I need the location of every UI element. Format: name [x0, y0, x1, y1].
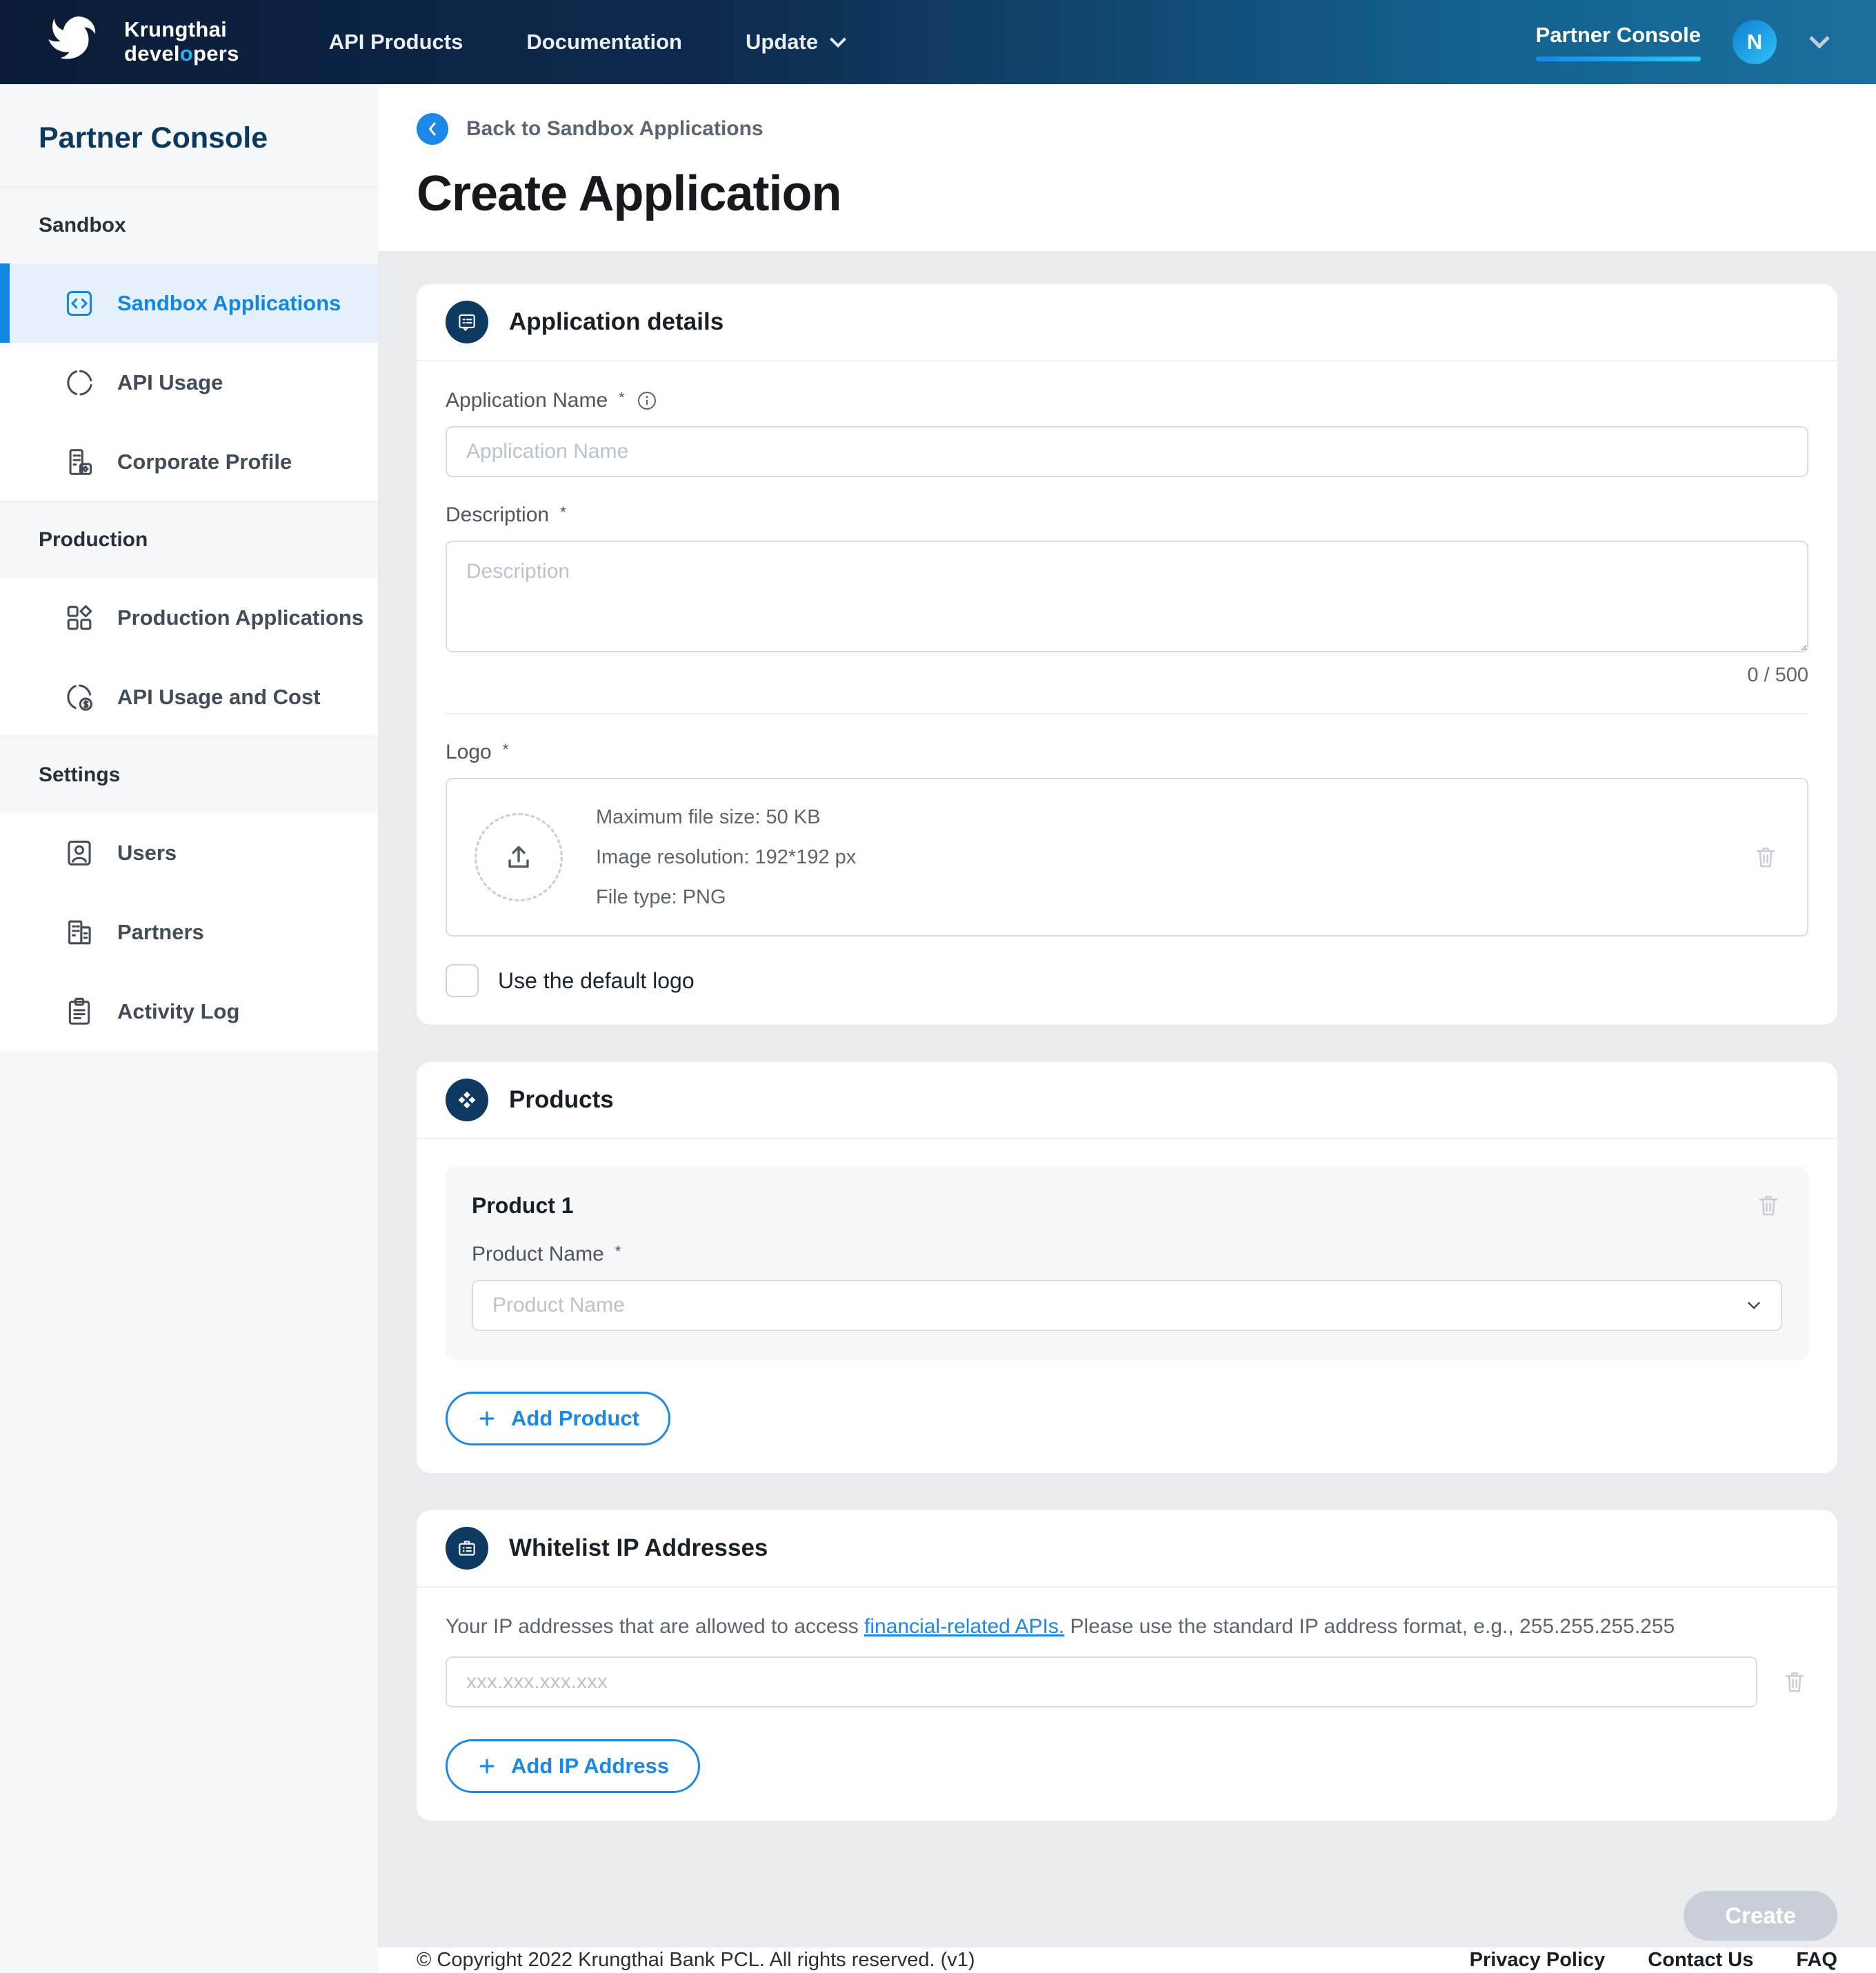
- phoenix-logo-icon: [46, 10, 109, 74]
- sidebar-item-api-usage[interactable]: API Usage: [0, 343, 378, 422]
- sidebar-item-sandbox-applications[interactable]: Sandbox Applications: [0, 263, 378, 343]
- pie-chart-icon: [63, 367, 95, 399]
- building-code-icon: [63, 446, 95, 478]
- application-name-label: Application Name*: [446, 389, 1808, 412]
- page-header: Back to Sandbox Applications Create Appl…: [378, 84, 1876, 251]
- default-logo-label: Use the default logo: [498, 968, 695, 994]
- ip-trash-icon[interactable]: [1781, 1668, 1808, 1696]
- add-ip-address-button[interactable]: Add IP Address: [446, 1739, 700, 1793]
- apps-grid-icon: [63, 602, 95, 634]
- pie-chart-dollar-icon: [63, 681, 95, 713]
- default-logo-row: Use the default logo: [446, 964, 1808, 997]
- sidebar-section-production: Production: [0, 501, 378, 578]
- partners-building-icon: [63, 917, 95, 948]
- footer-privacy-policy[interactable]: Privacy Policy: [1470, 1949, 1606, 1972]
- product-heading: Product 1: [472, 1193, 574, 1219]
- create-button[interactable]: Create: [1684, 1891, 1837, 1941]
- add-product-button[interactable]: Add Product: [446, 1392, 670, 1445]
- account-menu-chevron[interactable]: [1808, 35, 1830, 49]
- sidebar-item-users[interactable]: Users: [0, 813, 378, 892]
- sidebar-item-production-applications[interactable]: Production Applications: [0, 578, 378, 657]
- brand-text: Krungthai developers: [124, 18, 239, 66]
- upload-icon: [503, 841, 535, 873]
- logo-upload-box: Maximum file size: 50 KB Image resolutio…: [446, 778, 1808, 937]
- back-link[interactable]: Back to Sandbox Applications: [417, 113, 1837, 145]
- primary-nav: API Products Documentation Update: [329, 30, 847, 54]
- financial-apis-link[interactable]: financial-related APIs.: [864, 1615, 1064, 1638]
- user-badge-icon: [63, 837, 95, 869]
- card-application-details: Application details Application Name* De…: [417, 284, 1837, 1025]
- sidebar-title: Partner Console: [0, 84, 378, 187]
- default-logo-checkbox[interactable]: [446, 964, 479, 997]
- card-title: Application details: [509, 308, 724, 336]
- logo-specs: Maximum file size: 50 KB Image resolutio…: [596, 797, 856, 917]
- nav-documentation[interactable]: Documentation: [526, 30, 682, 54]
- product-name-select[interactable]: [472, 1280, 1782, 1331]
- copyright-text: © Copyright 2022 Krungthai Bank PCL. All…: [417, 1949, 975, 1972]
- sidebar-section-sandbox: Sandbox: [0, 187, 378, 263]
- navbar-right: Partner Console N: [1536, 20, 1830, 64]
- products-icon: [446, 1079, 488, 1121]
- product-trash-icon[interactable]: [1755, 1192, 1782, 1219]
- application-details-icon: [446, 301, 488, 343]
- logo-trash-icon[interactable]: [1752, 843, 1779, 871]
- divider: [446, 713, 1808, 714]
- card-products: Products Product 1 Product Name*: [417, 1062, 1837, 1473]
- plus-icon: [477, 1408, 497, 1429]
- krungthai-logo[interactable]: Krungthai developers: [46, 10, 239, 74]
- info-icon[interactable]: [636, 390, 658, 412]
- card-title: Products: [509, 1086, 614, 1114]
- logo-label: Logo*: [446, 741, 1808, 764]
- sidebar-item-corporate-profile[interactable]: Corporate Profile: [0, 422, 378, 501]
- sidebar-section-settings: Settings: [0, 737, 378, 813]
- char-counter: 0 / 500: [446, 664, 1808, 687]
- back-chevron-icon: [417, 113, 448, 145]
- nav-update-menu[interactable]: Update: [746, 30, 847, 54]
- product-panel: Product 1 Product Name*: [446, 1167, 1808, 1360]
- product-name-label: Product Name*: [472, 1243, 1782, 1266]
- main-area: Back to Sandbox Applications Create Appl…: [378, 84, 1876, 1973]
- whitelist-description: Your IP addresses that are allowed to ac…: [446, 1615, 1808, 1639]
- footer-contact-us[interactable]: Contact Us: [1648, 1949, 1753, 1972]
- page-title: Create Application: [417, 166, 1837, 222]
- sidebar: Partner Console Sandbox Sandbox Applicat…: [0, 84, 378, 1973]
- plus-icon: [477, 1756, 497, 1776]
- ip-address-input[interactable]: [446, 1656, 1757, 1707]
- nav-partner-console[interactable]: Partner Console: [1536, 23, 1701, 61]
- chevron-down-icon: [829, 37, 847, 48]
- sidebar-item-partners[interactable]: Partners: [0, 892, 378, 972]
- description-label: Description*: [446, 503, 1808, 527]
- sidebar-item-api-usage-cost[interactable]: API Usage and Cost: [0, 657, 378, 737]
- nav-api-products[interactable]: API Products: [329, 30, 463, 54]
- sidebar-item-activity-log[interactable]: Activity Log: [0, 972, 378, 1051]
- clipboard-icon: [63, 996, 95, 1028]
- top-navbar: Krungthai developers API Products Docume…: [0, 0, 1876, 84]
- card-title: Whitelist IP Addresses: [509, 1534, 768, 1562]
- chevron-down-icon: [1808, 35, 1830, 49]
- description-textarea[interactable]: [446, 541, 1808, 652]
- code-square-icon: [63, 288, 95, 319]
- footer: © Copyright 2022 Krungthai Bank PCL. All…: [378, 1947, 1876, 1973]
- avatar[interactable]: N: [1733, 20, 1777, 64]
- application-name-input[interactable]: [446, 426, 1808, 477]
- card-whitelist-ip: Whitelist IP Addresses Your IP addresses…: [417, 1510, 1837, 1821]
- logo-upload-dropzone[interactable]: [475, 813, 563, 901]
- whitelist-ip-icon: [446, 1527, 488, 1570]
- footer-faq[interactable]: FAQ: [1796, 1949, 1837, 1972]
